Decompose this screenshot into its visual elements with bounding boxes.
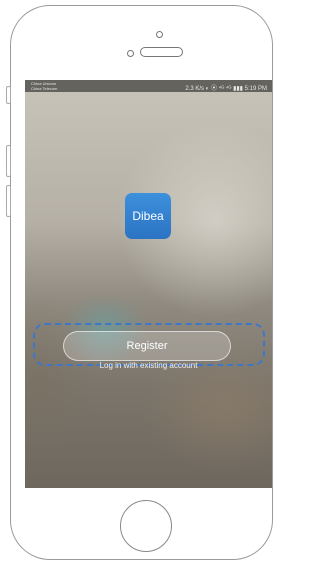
app-logo-text: Dibea bbox=[132, 209, 164, 223]
app-logo: Dibea bbox=[125, 193, 171, 239]
volume-up-button bbox=[6, 145, 11, 177]
app-screen: China Unicom China Telecom 2.3 K/s ◐ ⦿ ⁴… bbox=[25, 80, 272, 488]
earpiece-speaker bbox=[140, 47, 183, 57]
home-button[interactable] bbox=[120, 500, 172, 552]
register-button[interactable]: Register bbox=[63, 331, 231, 361]
status-bar: China Unicom China Telecom 2.3 K/s ◐ ⦿ ⁴… bbox=[25, 80, 272, 92]
mute-switch bbox=[6, 86, 11, 104]
volume-down-button bbox=[6, 185, 11, 217]
carrier-info: China Unicom China Telecom bbox=[31, 81, 57, 91]
proximity-sensor-icon bbox=[127, 50, 134, 57]
front-camera-icon bbox=[156, 31, 163, 38]
carrier-line-2: China Telecom bbox=[31, 86, 58, 91]
login-existing-account-link[interactable]: Log in with existing account bbox=[25, 361, 272, 370]
status-icons-and-time: 2.3 K/s ◐ ⦿ ⁴ᴳ ⁴ᴳ ▮▮▮ 5:19 PM bbox=[185, 86, 267, 92]
